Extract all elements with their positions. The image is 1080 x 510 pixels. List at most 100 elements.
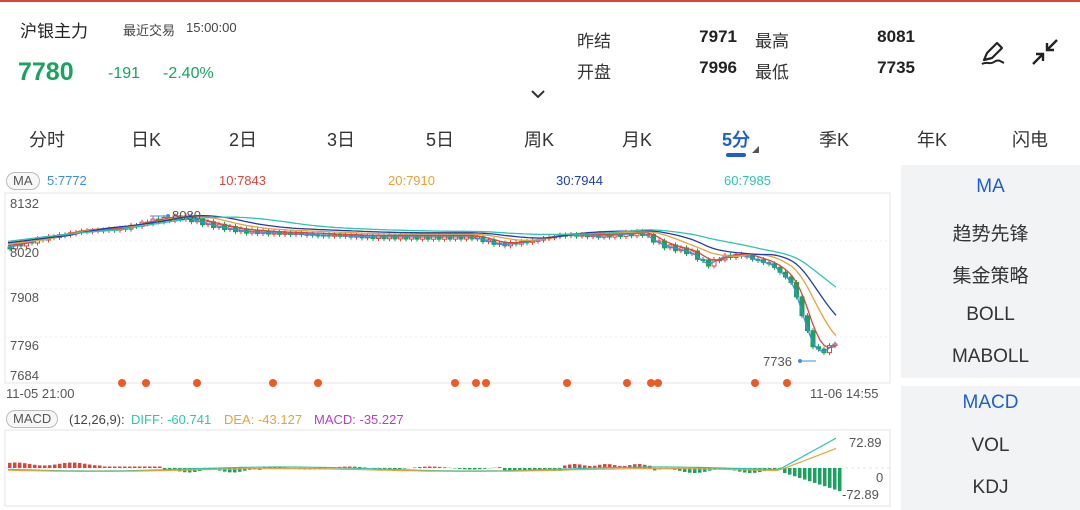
macd-bar [438,466,442,468]
draw-pen-icon[interactable] [978,37,1008,67]
prev-settle-value: 7971 [699,27,737,46]
macd-bar [48,465,52,468]
macd-bar [38,465,42,468]
x-axis-start: 11-05 21:00 [6,386,75,401]
panel-item-maboll[interactable]: MABOLL [901,346,1080,368]
signal-dot-11 [654,379,662,387]
macd-bar [458,468,462,469]
price-change: -191 [108,65,141,82]
tab-8[interactable]: 季K [819,126,849,152]
macd-bar [133,466,137,468]
chart-area[interactable]: MA 5:7772 10:7843 20:7910 30:7944 60:798… [0,165,900,510]
macd-indicator-tag[interactable]: MACD [6,410,59,428]
x-axis-end: 11-06 14:55 [810,386,879,401]
open-label: 开盘 [577,63,611,82]
tab-10[interactable]: 闪电 [1012,126,1048,152]
indicator-panel: MA 趋势先锋 集金策略 BOLL MABOLL MACD VOL KDJ [901,165,1080,510]
panel-item-strategy[interactable]: 集金策略 [901,261,1080,288]
macd-dea-value: DEA: -43.127 [224,412,303,427]
signal-dot-3 [269,379,277,387]
low-price-marker: 7736 [763,354,792,369]
ma-line-0 [7,216,837,353]
macd-bar [473,468,477,470]
macd-bar [498,467,502,468]
active-tab-underline [726,153,746,157]
macd-bar [103,466,107,468]
macd-bar [793,468,797,477]
macd-bar [428,466,432,468]
y-axis-label-bottom: 7684 [10,368,39,383]
macd-bar [123,466,127,468]
low-marker-dot [798,359,802,363]
macd-bar [478,468,482,470]
high-value: 8081 [877,27,915,46]
y-axis-label-4: 7796 [10,338,39,353]
collapse-icon[interactable] [1030,37,1060,67]
macd-bar [138,466,142,468]
macd-bar [583,465,587,468]
panel-separator [901,378,1080,386]
macd-bar [833,468,837,490]
macd-bar [418,466,422,468]
ma10-value: 10:7843 [219,173,266,188]
tab-5[interactable]: 周K [524,126,554,152]
panel-item-boll[interactable]: BOLL [901,304,1080,326]
macd-bar [128,466,132,468]
signal-dot-9 [623,379,631,387]
macd-bar [798,468,802,478]
macd-axis-bottom: -72.89 [842,487,879,502]
macd-bar [23,463,27,468]
macd-bar [108,466,112,468]
macd-axis-top: 72.89 [849,435,882,450]
panel-item-kdj[interactable]: KDJ [901,477,1080,499]
tab-4[interactable]: 5日 [426,126,454,152]
open-value: 7996 [699,58,737,77]
signal-dot-2 [193,379,201,387]
ma20-value: 20:7910 [388,173,435,188]
ma-indicator-tag[interactable]: MA [6,172,40,190]
panel-item-ma[interactable]: MA [901,176,1080,198]
tab-2[interactable]: 2日 [229,126,257,152]
tab-7[interactable]: 5分 [722,126,750,152]
macd-bar [83,463,87,468]
tab-1[interactable]: 日K [131,126,161,152]
kline-chart[interactable] [0,165,900,510]
high-marker-dot [166,214,170,218]
chevron-down-icon[interactable] [531,90,545,98]
macd-bar [68,462,72,468]
tab-dropdown-caret-icon[interactable] [752,146,759,153]
tab-3[interactable]: 3日 [327,126,355,152]
top-accent-line [0,0,1080,2]
macd-bar [43,465,47,468]
y-axis-label-2: 8020 [10,245,39,260]
ma60-value: 60:7985 [724,173,771,188]
signal-dot-1 [142,379,150,387]
macd-bar [113,466,117,468]
signal-dot-12 [751,379,759,387]
macd-bar [578,464,582,468]
high-label: 最高 [755,32,789,51]
low-label: 最低 [755,63,789,82]
macd-axis-zero: 0 [876,470,884,485]
signal-dot-13 [783,379,791,387]
tab-0[interactable]: 分时 [29,126,65,152]
main-frame [4,192,891,384]
macd-bar [788,468,792,475]
macd-bar [398,468,402,470]
macd-bar [63,463,67,468]
macd-macd-value: MACD: -35.227 [314,412,404,427]
macd-bar [413,467,417,468]
macd-bar [73,462,77,468]
panel-item-macd[interactable]: MACD [901,392,1080,414]
panel-item-trend[interactable]: 趋势先锋 [901,219,1080,246]
y-axis-label-top: 8132 [10,196,39,211]
macd-bar [118,466,122,468]
tab-9[interactable]: 年K [917,126,947,152]
ma-line-2 [7,215,837,337]
panel-item-vol[interactable]: VOL [901,435,1080,457]
macd-bar [823,468,827,487]
ma30-value: 30:7944 [556,173,603,188]
macd-bar [423,466,427,468]
high-price-marker: 8080 [172,208,201,223]
tab-6[interactable]: 月K [622,126,652,152]
